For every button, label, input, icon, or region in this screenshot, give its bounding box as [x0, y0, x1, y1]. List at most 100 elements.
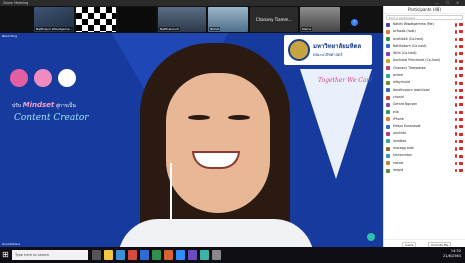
participant-row[interactable]: Gerard Nguyen: [384, 101, 465, 108]
speaker-video: [118, 43, 314, 247]
participant-row[interactable]: mepid: [384, 167, 465, 174]
mic-muted-icon[interactable]: [455, 88, 457, 93]
video-off-icon[interactable]: [459, 52, 463, 56]
video-off-icon[interactable]: [459, 96, 463, 100]
mic-muted-icon[interactable]: [455, 44, 457, 49]
video-off-icon[interactable]: [459, 88, 463, 92]
edge-icon[interactable]: [116, 250, 125, 260]
mic-muted-icon[interactable]: [455, 168, 457, 173]
video-thumb[interactable]: Mame: [300, 7, 340, 32]
participant-row[interactable]: Amothuporn iowinlizod: [384, 87, 465, 94]
participant-name: lanattaa: [393, 138, 407, 143]
participant-row[interactable]: Kitaya Kusonavat: [384, 123, 465, 130]
video-off-icon[interactable]: [459, 118, 463, 122]
video-off-icon[interactable]: [459, 139, 463, 143]
video-off-icon[interactable]: [459, 74, 463, 78]
mic-muted-icon[interactable]: [455, 132, 457, 136]
excel-icon[interactable]: [152, 250, 161, 260]
next-page-icon[interactable]: ›: [351, 19, 358, 26]
word-icon[interactable]: [140, 250, 149, 260]
zoom-icon[interactable]: [176, 250, 185, 260]
video-off-icon[interactable]: [459, 154, 463, 158]
participant-name: Kitaya Kusonavat: [393, 124, 421, 129]
video-off-icon[interactable]: [459, 45, 463, 49]
system-tray[interactable]: 14:32 21/8/2564: [443, 249, 461, 259]
mic-muted-icon[interactable]: [455, 147, 457, 151]
taskbar-search-input[interactable]: Type here to search: [12, 250, 88, 260]
video-off-icon[interactable]: [459, 66, 463, 70]
windows-start-icon[interactable]: ⊞: [2, 250, 10, 260]
mic-muted-icon[interactable]: [455, 125, 457, 129]
mic-muted-icon[interactable]: [455, 95, 457, 100]
participant-row[interactable]: anime: [384, 72, 465, 79]
teams-icon[interactable]: [188, 250, 197, 260]
video-thumb[interactable]: Natthakanch: [158, 7, 206, 32]
video-off-icon[interactable]: [459, 125, 463, 129]
mic-muted-icon[interactable]: [455, 37, 457, 42]
video-off-icon[interactable]: [459, 30, 463, 34]
file-explorer-icon[interactable]: [104, 250, 113, 260]
video-off-icon[interactable]: [459, 103, 463, 107]
participant-row[interactable]: wuthlakit (Co-host): [384, 36, 465, 43]
participant-name: Natthakorn (Co-host): [393, 43, 427, 48]
participant-row[interactable]: chanid: [384, 94, 465, 101]
faculty-name: คณะเภสัชศาสตร์: [313, 52, 343, 57]
mic-muted-icon[interactable]: [455, 59, 457, 63]
video-off-icon[interactable]: [459, 59, 463, 63]
mic-muted-icon[interactable]: [455, 23, 457, 27]
participant-row[interactable]: kmvanintan: [384, 152, 465, 159]
participant-row[interactable]: alfayrinaid: [384, 79, 465, 86]
powerpoint-icon[interactable]: [164, 250, 173, 260]
mic-muted-icon[interactable]: [455, 103, 457, 107]
participant-row[interactable]: mosagg aida: [384, 145, 465, 152]
participant-row[interactable]: ella: [384, 109, 465, 116]
mic-muted-icon[interactable]: [455, 161, 457, 166]
mic-muted-icon[interactable]: [455, 81, 457, 85]
video-thumb[interactable]: [118, 7, 156, 32]
mic-muted-icon[interactable]: [455, 110, 457, 115]
participant-row[interactable]: Wilin (Co-host): [384, 50, 465, 57]
mic-muted-icon[interactable]: [455, 74, 457, 78]
participant-row[interactable]: Chanany Tiamwatee: [384, 65, 465, 72]
chrome-icon[interactable]: [128, 250, 137, 260]
video-thumb[interactable]: Natthapol Wiwatgama...: [34, 7, 74, 32]
participant-row[interactable]: jaruhida: [384, 130, 465, 137]
mic-muted-icon[interactable]: [455, 52, 457, 56]
participant-name: alfayrinaid: [393, 80, 410, 85]
settings-icon[interactable]: [212, 250, 221, 260]
mic-muted-icon[interactable]: [455, 117, 457, 122]
participant-row[interactable]: iPhone: [384, 116, 465, 123]
video-thumb[interactable]: [76, 7, 116, 32]
video-off-icon[interactable]: [459, 161, 463, 165]
video-off-icon[interactable]: [459, 169, 463, 173]
video-off-icon[interactable]: [459, 147, 463, 151]
participant-row[interactable]: Natthakorn (Co-host): [384, 43, 465, 50]
participant-row[interactable]: ocfoods (host): [384, 28, 465, 35]
video-thumb[interactable]: Chanany Tiamm...: [250, 7, 298, 32]
chat-icon[interactable]: [367, 233, 375, 241]
panel-footer: Invite Unmute Me: [384, 239, 465, 248]
video-off-icon[interactable]: [459, 110, 463, 114]
video-off-icon[interactable]: [459, 23, 463, 27]
mindset-icons: [8, 67, 88, 91]
task-view-icon[interactable]: [92, 250, 101, 260]
participant-name: Chanany Tiamm...: [255, 17, 293, 22]
video-off-icon[interactable]: [459, 81, 463, 85]
mic-muted-icon[interactable]: [455, 154, 457, 158]
mic-muted-icon[interactable]: [455, 66, 457, 71]
participant-row[interactable]: Aunhatai Pimcharat (Co-host): [384, 57, 465, 64]
avatar: [386, 51, 390, 56]
video-off-icon[interactable]: [459, 132, 463, 136]
participant-name: jaruhida: [393, 131, 407, 136]
participant-search-input[interactable]: Find a participant: [386, 15, 463, 20]
participant-row[interactable]: lanattaa: [384, 138, 465, 145]
mic-muted-icon[interactable]: [455, 30, 457, 34]
avatar: [386, 88, 390, 93]
mic-muted-icon[interactable]: [455, 139, 457, 144]
line-icon[interactable]: [200, 250, 209, 260]
video-thumb[interactable]: Wimol: [208, 7, 248, 32]
participant-row[interactable]: nakrat: [384, 160, 465, 167]
participant-row[interactable]: Natthi Wiwatgamma (Me): [384, 21, 465, 28]
participant-name: Natthapol Wiwatgama...: [35, 27, 74, 31]
video-off-icon[interactable]: [459, 37, 463, 41]
